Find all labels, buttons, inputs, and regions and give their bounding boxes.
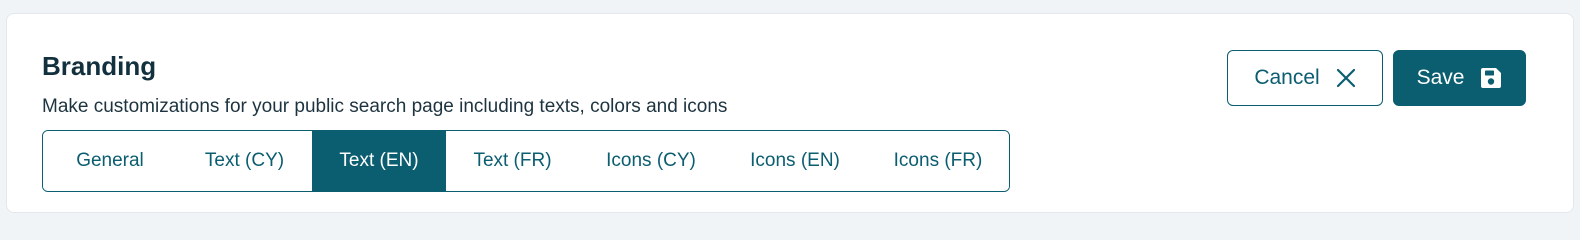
tab-icons-fr[interactable]: Icons (FR) <box>867 131 1009 191</box>
page-title: Branding <box>42 51 157 81</box>
branding-card: Branding Make customizations for your pu… <box>6 13 1574 213</box>
branding-tabs: General Text (CY) Text (EN) Text (FR) Ic… <box>42 130 1010 192</box>
tab-text-fr[interactable]: Text (FR) <box>446 131 579 191</box>
save-button[interactable]: Save <box>1393 50 1526 106</box>
tab-icons-cy[interactable]: Icons (CY) <box>579 131 723 191</box>
cancel-button[interactable]: Cancel <box>1227 50 1383 106</box>
tab-text-cy[interactable]: Text (CY) <box>177 131 312 191</box>
close-icon <box>1336 68 1356 88</box>
tab-text-en[interactable]: Text (EN) <box>312 131 446 191</box>
cancel-button-label: Cancel <box>1254 66 1320 89</box>
save-button-label: Save <box>1416 66 1465 89</box>
tab-icons-en[interactable]: Icons (EN) <box>723 131 867 191</box>
page-subtitle: Make customizations for your public sear… <box>42 96 728 117</box>
floppy-disk-icon <box>1480 67 1502 89</box>
tab-general[interactable]: General <box>43 131 177 191</box>
